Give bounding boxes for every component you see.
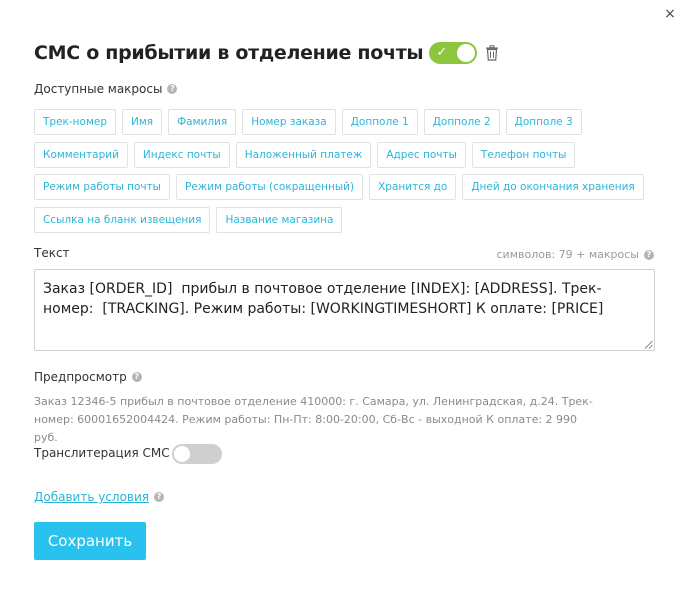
macro-row: Комментарий Индекс почты Наложенный плат…	[34, 141, 614, 168]
save-button[interactable]: Сохранить	[34, 522, 146, 560]
translit-toggle[interactable]	[172, 444, 222, 464]
help-icon[interactable]: ?	[154, 492, 165, 502]
preview-label: Предпросмотр ?	[34, 370, 142, 384]
macro-chip[interactable]: Номер заказа	[242, 109, 336, 135]
macro-row: Трек-номер Имя Фамилия Номер заказа Допп…	[34, 109, 614, 135]
help-icon[interactable]: ?	[167, 84, 178, 94]
dialog-title: СМС о прибытии в отделение почты	[34, 42, 424, 64]
macro-chip[interactable]: Допполе 2	[423, 109, 500, 135]
macro-chip[interactable]: Режим работы (сокращенный)	[175, 174, 364, 200]
check-icon: ✓	[436, 45, 448, 60]
add-conditions-link[interactable]: Добавить условия	[34, 490, 149, 504]
macro-chip[interactable]: Наложенный платеж	[235, 141, 372, 168]
toggle-knob	[174, 446, 190, 462]
macro-chip[interactable]: Адрес почты	[377, 141, 466, 168]
trash-icon[interactable]	[485, 45, 499, 61]
macro-chip[interactable]: Имя	[122, 109, 163, 135]
toggle-knob	[457, 44, 476, 62]
help-icon[interactable]: ?	[644, 249, 654, 260]
preview-text: Заказ 12346-5 прибыл в почтовое отделени…	[34, 395, 593, 444]
sms-text-input[interactable]: Заказ [ORDER_ID] прибыл в почтовое отдел…	[34, 269, 655, 351]
help-icon[interactable]: ?	[131, 372, 142, 382]
dialog-header: СМС о прибытии в отделение почты ✓	[34, 38, 499, 68]
macros-list: Трек-номер Имя Фамилия Номер заказа Допп…	[34, 109, 644, 239]
macro-chip[interactable]: Допполе 1	[341, 109, 418, 135]
close-button[interactable]: ×	[662, 6, 678, 22]
macro-chip[interactable]: Индекс почты	[133, 141, 230, 168]
macros-label: Доступные макросы ?	[34, 82, 178, 96]
translit-label: Транслитерация СМС	[34, 446, 170, 460]
macro-chip[interactable]: Трек-номер	[34, 109, 117, 135]
character-counter: символов: 79 + макросы ?	[497, 248, 654, 261]
macro-row: Режим работы почты Режим работы (сокраще…	[34, 174, 644, 200]
macro-chip[interactable]: Режим работы почты	[34, 174, 170, 200]
macro-chip[interactable]: Телефон почты	[471, 141, 576, 168]
macro-chip[interactable]: Комментарий	[34, 141, 128, 168]
macro-chip[interactable]: Название магазина	[216, 206, 343, 233]
macro-row: Ссылка на бланк извещения Название магаз…	[34, 206, 614, 233]
macro-chip[interactable]: Ссылка на бланк извещения	[34, 206, 211, 233]
add-conditions: Добавить условия ?	[34, 490, 165, 504]
text-label: Текст	[34, 246, 70, 260]
resize-grip-icon[interactable]	[644, 340, 653, 349]
enable-toggle[interactable]: ✓	[429, 42, 478, 64]
macro-chip[interactable]: Допполе 3	[505, 109, 582, 135]
macro-chip[interactable]: Фамилия	[168, 109, 237, 135]
macro-chip[interactable]: Хранится до	[369, 174, 457, 200]
macro-chip[interactable]: Дней до окончания хранения	[462, 174, 644, 200]
